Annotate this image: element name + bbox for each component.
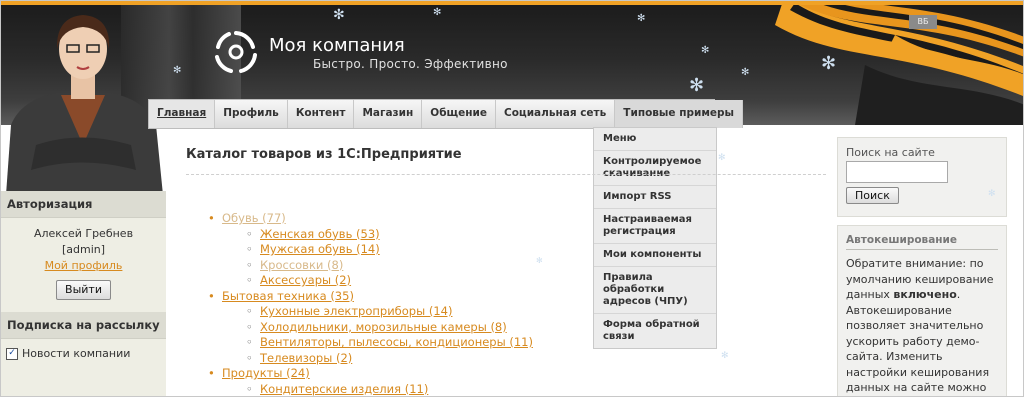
company-logo-icon: [215, 31, 257, 73]
main-nav: Главная Профиль Контент Магазин Общение …: [148, 99, 744, 129]
left-sidebar: Авторизация Алексей Гребнев [admin] Мой …: [1, 191, 166, 396]
nav-item-home[interactable]: Главная: [149, 100, 216, 128]
autocache-panel: Автокеширование Обратите внимание: по ум…: [837, 225, 1007, 396]
subcategory-link[interactable]: Кондитерские изделия (11): [260, 382, 428, 396]
subcategory-link[interactable]: Аксессуары (2): [260, 273, 351, 287]
search-label: Поиск на сайте: [846, 146, 935, 159]
subcategory-link[interactable]: Кухонные электроприборы (14): [260, 304, 452, 318]
nav-item-examples[interactable]: Типовые примеры: [615, 100, 744, 128]
catalog-subcategory: Холодильники, морозильные камеры (8): [208, 320, 533, 336]
catalog-subcategory: Мужская обувь (14): [208, 242, 533, 258]
catalog-category: Обувь (77): [208, 211, 533, 227]
nav-item-profile[interactable]: Профиль: [215, 100, 288, 128]
catalog-subcategory: Кондитерские изделия (11): [208, 382, 533, 397]
search-button[interactable]: Поиск: [846, 187, 899, 204]
subscribe-checkbox[interactable]: ✓: [6, 348, 18, 360]
category-link[interactable]: Бытовая техника (35): [222, 289, 354, 303]
auth-panel: Алексей Гребнев [admin] Мой профиль Выйт…: [1, 218, 166, 308]
nav-item-social[interactable]: Социальная сеть: [496, 100, 616, 128]
category-link[interactable]: Продукты (24): [222, 366, 310, 380]
dropdown-item-url-rules[interactable]: Правила обработки адресов (ЧПУ): [594, 267, 716, 314]
category-link[interactable]: Обувь (77): [222, 211, 286, 225]
subcategory-link[interactable]: Женская обувь (53): [260, 227, 380, 241]
snowflake-icon: ✻: [718, 153, 726, 163]
browser-frame: Моя компания Быстро. Просто. Эффективно …: [0, 0, 1024, 397]
company-name[interactable]: Моя компания: [269, 35, 405, 56]
search-input[interactable]: [846, 161, 948, 183]
catalog-tree: Обувь (77) Женская обувь (53) Мужская об…: [208, 211, 533, 397]
search-panel: Поиск на сайте Поиск: [837, 137, 1007, 217]
user-login: [admin]: [61, 243, 106, 256]
logout-button[interactable]: Выйти: [56, 280, 111, 300]
autocache-text: Обратите внимание: по умолчанию кеширова…: [846, 257, 994, 394]
catalog-subcategory: Аксессуары (2): [208, 273, 533, 289]
nav-item-content[interactable]: Контент: [288, 100, 355, 128]
catalog-category: Бытовая техника (35): [208, 289, 533, 305]
nav-item-shop[interactable]: Магазин: [354, 100, 423, 128]
dropdown-item-feedback-form[interactable]: Форма обратной связи: [594, 314, 716, 348]
snowflake-icon: ✻: [173, 65, 182, 76]
catalog-subcategory: Женская обувь (53): [208, 227, 533, 243]
user-full-name: Алексей Гребнев: [33, 227, 134, 240]
subcategory-link[interactable]: Мужская обувь (14): [260, 242, 380, 256]
st-george-ribbon-image: [775, 5, 1023, 125]
catalog-category: Продукты (24): [208, 366, 533, 382]
dropdown-item-custom-registration[interactable]: Настраиваемая регистрация: [594, 209, 716, 244]
page-title: Каталог товаров из 1С:Предприятие: [186, 141, 826, 175]
snowflake-icon: ✻: [433, 7, 442, 18]
snowflake-icon: ✻: [721, 351, 729, 361]
businesswoman-photo: [6, 15, 163, 195]
nav-item-community[interactable]: Общение: [422, 100, 496, 128]
subcategory-link[interactable]: Кроссовки (8): [260, 258, 343, 272]
dropdown-item-rss-import[interactable]: Импорт RSS: [594, 186, 716, 209]
subcategory-link[interactable]: Вентиляторы, пылесосы, кондиционеры (11): [260, 335, 533, 349]
snowflake-icon: ✻: [741, 67, 750, 78]
snowflake-icon: ✻: [333, 7, 345, 23]
subscribe-item-label: Новости компании: [22, 347, 131, 360]
auth-section-title: Авторизация: [1, 191, 166, 218]
catalog-subcategory: Вентиляторы, пылесосы, кондиционеры (11): [208, 335, 533, 351]
catalog-subcategory: Телевизоры (2): [208, 351, 533, 367]
autocache-title: Автокеширование: [846, 234, 998, 250]
dropdown-item-my-components[interactable]: Мои компоненты: [594, 244, 716, 267]
snowflake-icon: ✻: [821, 53, 837, 74]
subscribe-item: ✓ Новости компании: [1, 339, 166, 360]
company-slogan: Быстро. Просто. Эффективно: [313, 57, 508, 71]
catalog-subcategory: Кроссовки (8): [208, 258, 533, 274]
snowflake-icon: ✻: [988, 189, 996, 199]
subcategory-link[interactable]: Холодильники, морозильные камеры (8): [260, 320, 507, 334]
catalog-subcategory: Кухонные электроприборы (14): [208, 304, 533, 320]
snowflake-icon: ✻: [637, 13, 646, 24]
language-badge[interactable]: ВБ: [909, 15, 937, 29]
my-profile-link[interactable]: Мой профиль: [45, 259, 123, 272]
main-content: Каталог товаров из 1С:Предприятие: [186, 141, 831, 175]
subcategory-link[interactable]: Телевизоры (2): [260, 351, 352, 365]
subscribe-section-title: Подписка на рассылку: [1, 312, 166, 339]
snowflake-icon: ✻: [536, 256, 543, 265]
snowflake-icon: ✻: [701, 45, 710, 56]
snowflake-icon: ✻: [689, 75, 705, 96]
